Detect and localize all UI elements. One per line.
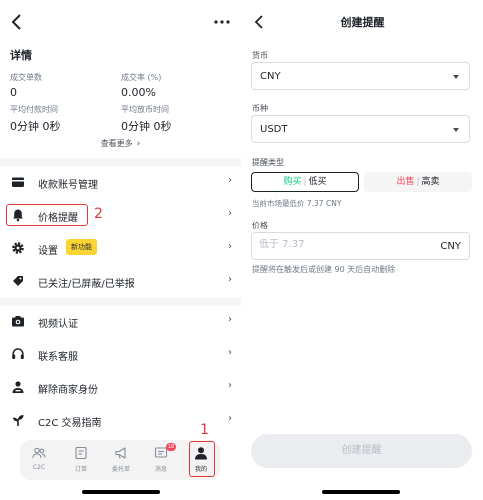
sell-high-text: 高卖 bbox=[421, 177, 440, 187]
tab-label: 委托单 bbox=[111, 466, 130, 473]
stat-label: 平均放币时间 bbox=[121, 105, 169, 114]
headset-icon bbox=[12, 348, 24, 359]
caret-down-icon bbox=[453, 75, 459, 79]
chevron-right-icon: › bbox=[228, 314, 232, 325]
menu-label: 已关注/已屏蔽/已举报 bbox=[38, 279, 135, 290]
stat-value: 0.00% bbox=[121, 86, 156, 99]
chevron-right-icon: › bbox=[228, 347, 232, 358]
buy-low-text: 低买 bbox=[308, 177, 327, 187]
menu-label: 解除商家身份 bbox=[38, 385, 98, 396]
camera-icon bbox=[12, 316, 24, 327]
create-alert-button[interactable]: 创建提醒 bbox=[251, 434, 472, 468]
menu-video-verification[interactable]: 视频认证 › bbox=[0, 305, 241, 338]
menu-label: 设置 bbox=[38, 246, 58, 257]
tab-label: 订单 bbox=[74, 466, 87, 473]
stat-avg-pay-time: 平均付款时间 0分钟 0秒 bbox=[10, 104, 61, 134]
menu-label: 联系客服 bbox=[38, 352, 78, 363]
stat-value: 0分钟 0秒 bbox=[10, 120, 61, 133]
menu-label: C2C 交易指南 bbox=[38, 418, 102, 429]
view-more-link[interactable]: 查看更多 › bbox=[0, 138, 241, 149]
menu-contact-support[interactable]: 联系客服 › bbox=[0, 338, 241, 371]
page-title: 创建提醒 bbox=[340, 16, 385, 29]
wallet-icon bbox=[12, 177, 24, 187]
left-top-bar bbox=[0, 0, 241, 44]
user-remove-icon bbox=[12, 381, 24, 393]
tab-label: 消息 bbox=[154, 466, 167, 473]
chevron-right-icon: › bbox=[228, 274, 232, 285]
create-alert-panel: 创建提醒 货币 CNY 币种 USDT 提醒类型 购买 | 低买 出售 | 高卖 当前市… bbox=[242, 0, 483, 500]
price-input[interactable] bbox=[259, 239, 409, 250]
gear-icon bbox=[12, 242, 24, 254]
people-icon bbox=[32, 447, 46, 459]
annotation-step-2: 2 bbox=[94, 206, 103, 222]
alert-type-buy-low[interactable]: 购买 | 低买 bbox=[251, 172, 359, 192]
coin-label: 币种 bbox=[252, 104, 268, 113]
auto-delete-note: 提醒将在触发后或创建 90 天后自动删除 bbox=[252, 265, 396, 274]
price-label: 价格 bbox=[252, 221, 268, 230]
menu-remove-merchant[interactable]: 解除商家身份 › bbox=[0, 371, 241, 404]
home-indicator bbox=[82, 490, 160, 494]
order-icon bbox=[75, 446, 87, 460]
separator: | bbox=[303, 177, 307, 187]
stat-value: 0 bbox=[10, 86, 17, 99]
stat-value: 0分钟 0秒 bbox=[121, 120, 172, 133]
currency-label: 货币 bbox=[252, 51, 268, 60]
chevron-right-icon: › bbox=[228, 208, 232, 219]
more-icon[interactable] bbox=[211, 11, 233, 33]
coin-value: USDT bbox=[260, 124, 288, 135]
tab-ads[interactable]: 委托单 bbox=[104, 440, 138, 480]
tag-icon bbox=[13, 276, 23, 286]
annotation-box-price-alert bbox=[6, 204, 88, 226]
alert-type-label: 提醒类型 bbox=[252, 158, 284, 167]
stat-completion-rate: 成交率 (%) 0.00% bbox=[121, 72, 161, 99]
stat-label: 成交单数 bbox=[10, 73, 42, 82]
home-indicator bbox=[322, 490, 400, 494]
buy-word: 购买 bbox=[283, 177, 302, 187]
tab-c2c[interactable]: C2C bbox=[22, 440, 56, 480]
stat-avg-release-time: 平均放币时间 0分钟 0秒 bbox=[121, 104, 172, 134]
menu-label: 收款账号管理 bbox=[38, 180, 98, 191]
sell-word: 出售 bbox=[396, 177, 415, 187]
menu-settings[interactable]: 设置 新功能 › bbox=[0, 232, 241, 265]
megaphone-icon bbox=[115, 447, 126, 459]
separator: | bbox=[416, 177, 420, 187]
caret-down-icon bbox=[453, 128, 459, 132]
market-price-hint: 当前市场最低价 7.37 CNY bbox=[252, 199, 342, 208]
details-title: 详情 bbox=[10, 49, 32, 62]
view-more-label: 查看更多 bbox=[100, 139, 133, 148]
menu-payment-accounts[interactable]: 收款账号管理 › bbox=[0, 166, 241, 199]
message-count-badge: 18 bbox=[166, 443, 176, 451]
section-divider bbox=[0, 158, 241, 166]
price-input-box: CNY bbox=[251, 232, 470, 260]
annotation-box-profile-tab bbox=[189, 441, 215, 477]
currency-value: CNY bbox=[260, 71, 281, 82]
stat-completed-orders: 成交单数 0 bbox=[10, 72, 42, 99]
tab-label: C2C bbox=[32, 464, 46, 471]
chevron-right-icon: › bbox=[228, 413, 232, 424]
annotation-step-1: 1 bbox=[200, 422, 209, 438]
coin-select[interactable]: USDT bbox=[251, 115, 470, 143]
alert-type-sell-high[interactable]: 出售 | 高卖 bbox=[364, 172, 472, 192]
chevron-right-icon: › bbox=[228, 175, 232, 186]
chevron-right-icon: › bbox=[136, 139, 141, 149]
price-unit: CNY bbox=[440, 241, 461, 252]
profile-panel: 详情 成交单数 0 成交率 (%) 0.00% 平均付款时间 0分钟 0秒 平均… bbox=[0, 0, 241, 500]
currency-select[interactable]: CNY bbox=[251, 62, 470, 90]
menu-followed-blocked-reported[interactable]: 已关注/已屏蔽/已举报 › bbox=[0, 265, 241, 298]
chevron-right-icon: › bbox=[228, 241, 232, 252]
tab-orders[interactable]: 订单 bbox=[64, 440, 98, 480]
stat-label: 成交率 (%) bbox=[121, 73, 162, 82]
menu-label: 视频认证 bbox=[38, 319, 78, 330]
tab-messages[interactable]: 消息 18 bbox=[144, 440, 178, 480]
stat-label: 平均付款时间 bbox=[10, 105, 58, 114]
new-feature-badge: 新功能 bbox=[66, 239, 97, 255]
back-arrow-icon[interactable] bbox=[8, 11, 28, 33]
sprout-icon bbox=[13, 415, 24, 426]
chevron-right-icon: › bbox=[228, 380, 232, 391]
